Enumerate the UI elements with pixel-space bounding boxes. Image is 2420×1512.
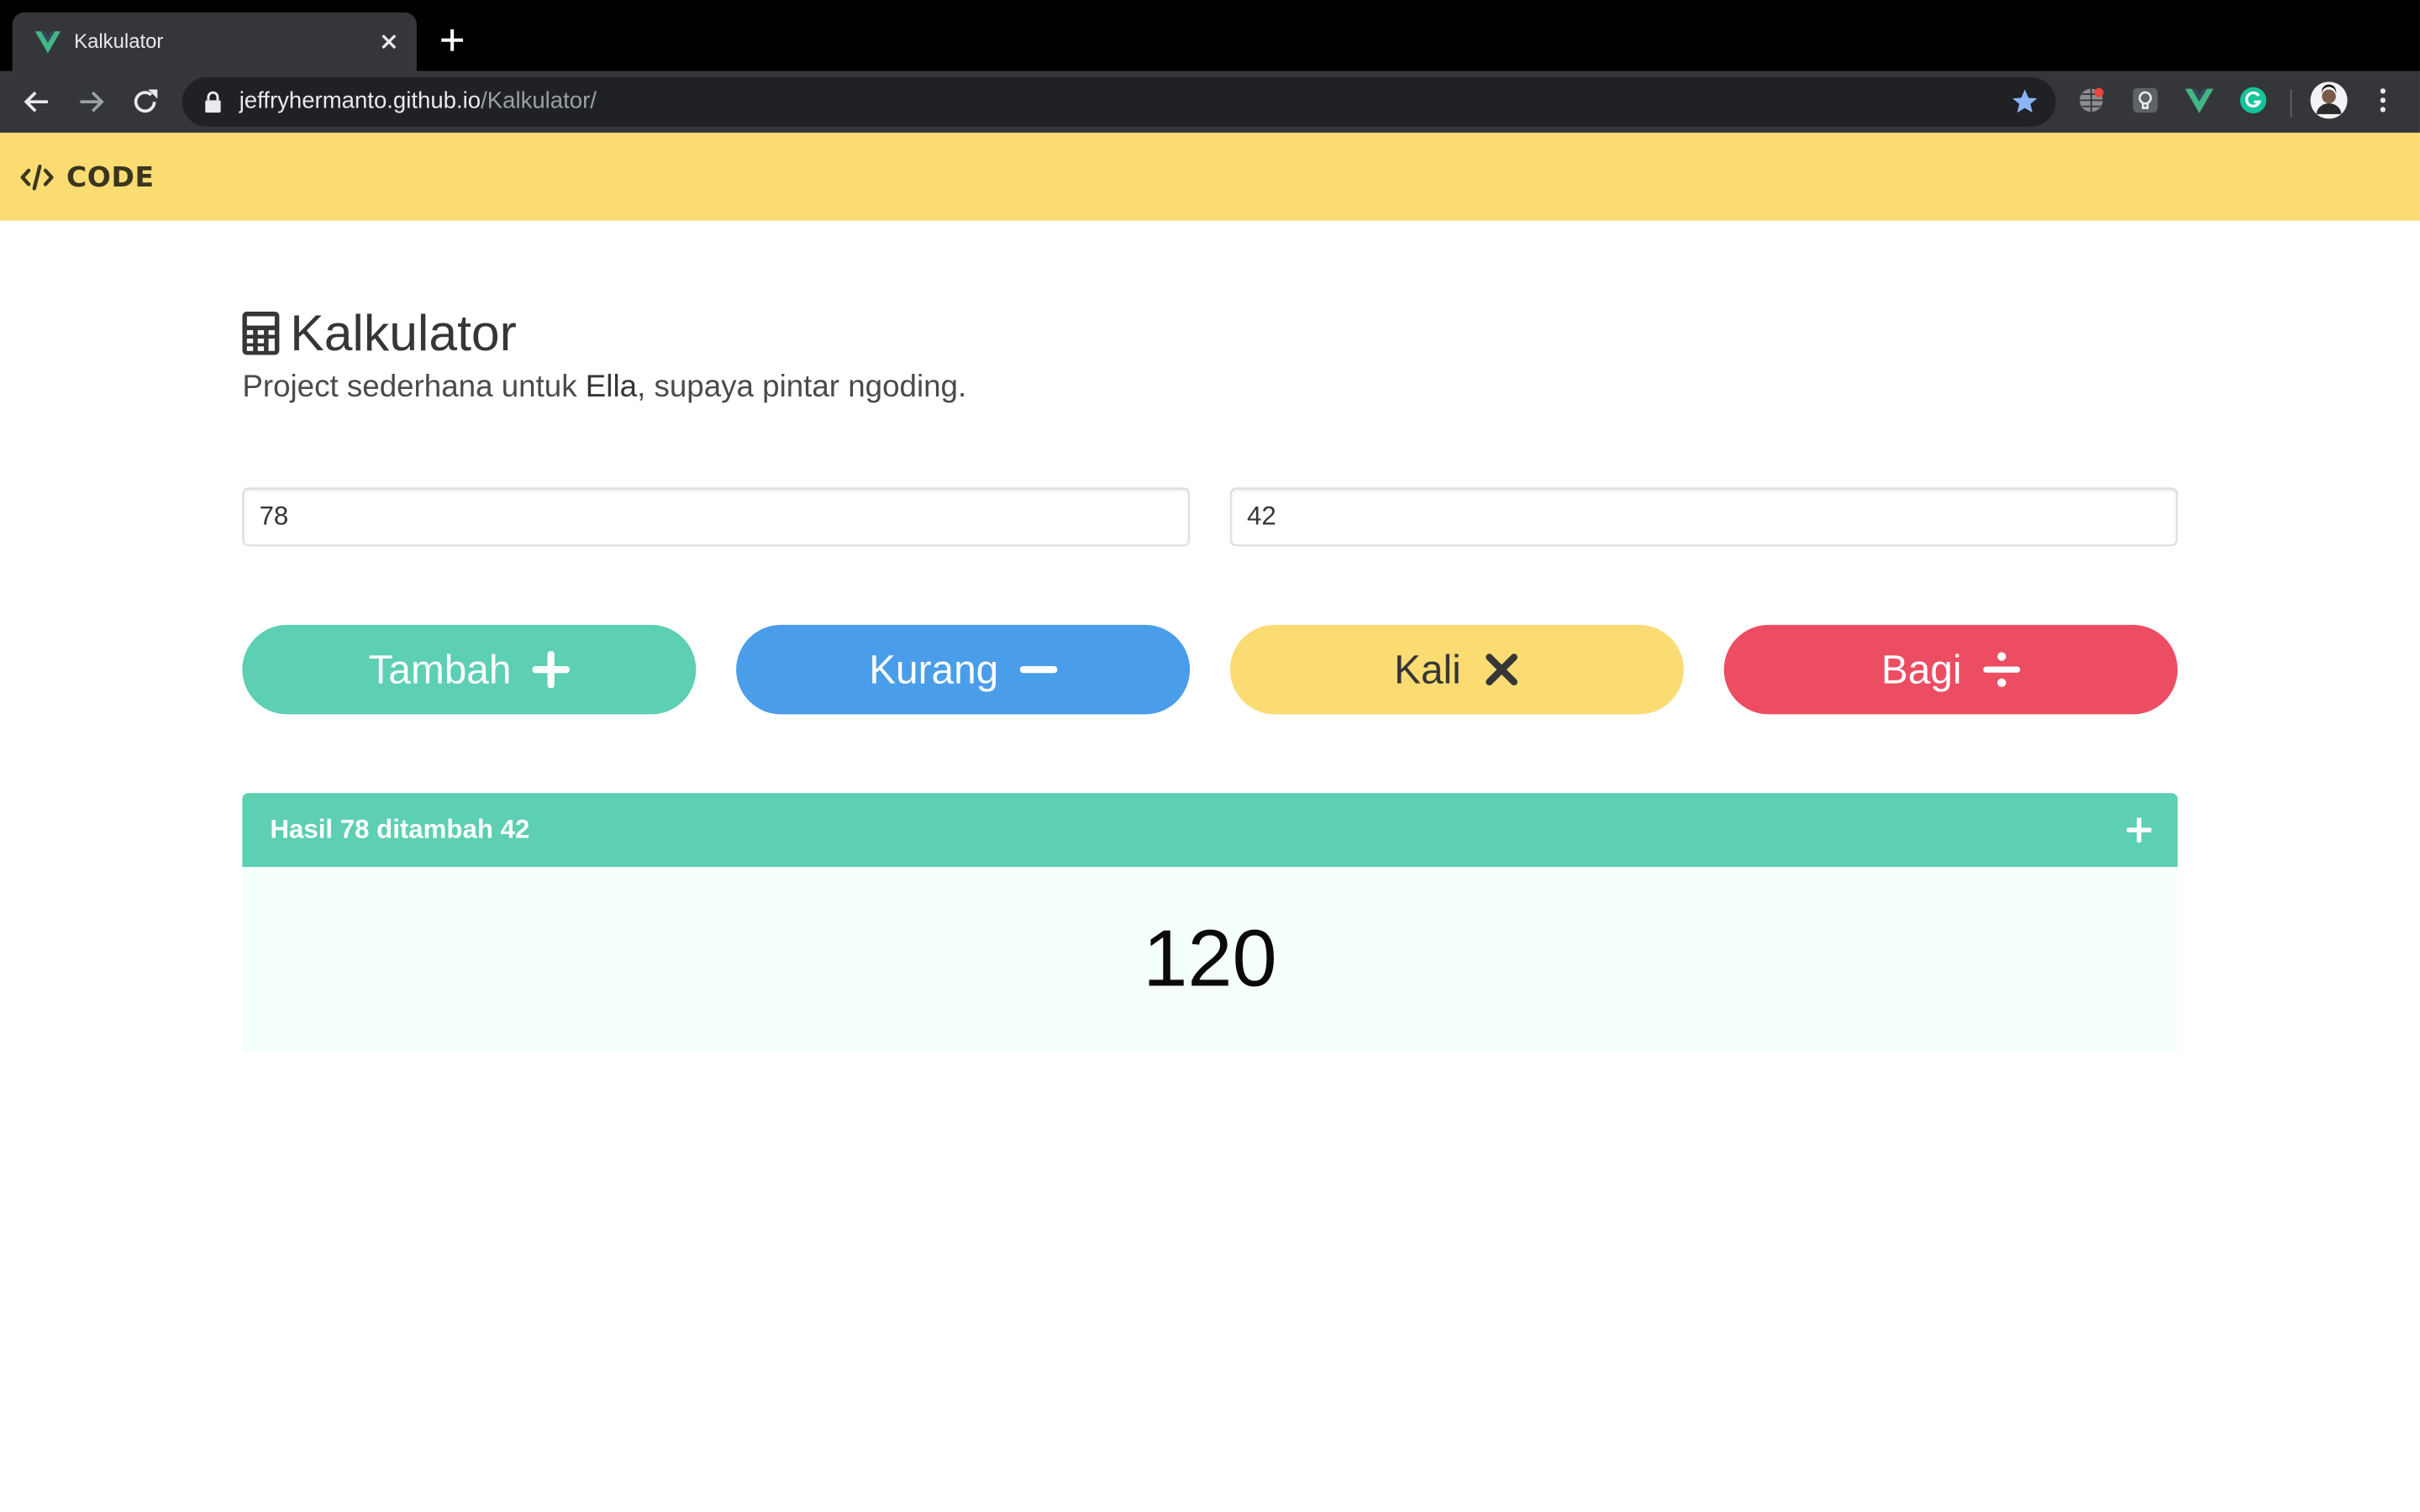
reload-icon[interactable] bbox=[128, 85, 161, 118]
toolbar-separator bbox=[2290, 89, 2292, 118]
multiply-button-label: Kali bbox=[1394, 645, 1461, 692]
subtract-button[interactable]: Kurang bbox=[736, 624, 1191, 715]
back-arrow-icon[interactable] bbox=[20, 85, 54, 118]
address-bar[interactable]: jeffryhermanto.github.io/Kalkulator/ bbox=[182, 76, 2056, 127]
url-text: jeffryhermanto.github.io/Kalkulator/ bbox=[239, 88, 597, 116]
kebab-menu-icon[interactable] bbox=[2367, 85, 2398, 116]
subtract-button-label: Kurang bbox=[869, 645, 999, 692]
lightbulb-extension-icon[interactable] bbox=[2130, 85, 2161, 116]
times-icon bbox=[1485, 654, 1518, 685]
subtitle-text-after: , supaya pintar ngoding. bbox=[637, 370, 967, 405]
second-number-input[interactable] bbox=[1229, 487, 2178, 547]
vue-logo-icon bbox=[34, 31, 61, 54]
divide-button-label: Bagi bbox=[1881, 645, 1962, 692]
add-button-label: Tambah bbox=[368, 645, 512, 692]
brand-text: CODE bbox=[66, 160, 155, 194]
close-tab-icon[interactable] bbox=[373, 26, 404, 57]
result-value: 120 bbox=[1143, 915, 1277, 1005]
url-path: /Kalkulator/ bbox=[481, 87, 597, 114]
result-header: Hasil 78 ditambah 42 bbox=[242, 793, 2178, 868]
brand-link[interactable]: CODE bbox=[20, 160, 155, 194]
new-tab-icon[interactable] bbox=[437, 24, 468, 55]
profile-avatar-icon[interactable] bbox=[2310, 81, 2348, 119]
result-title: Hasil 78 ditambah 42 bbox=[270, 814, 530, 844]
globe-extension-icon[interactable] bbox=[2075, 85, 2107, 116]
add-button[interactable]: Tambah bbox=[242, 624, 697, 715]
page-heading: Kalkulator bbox=[242, 302, 517, 364]
calculator-icon bbox=[242, 312, 280, 355]
plus-icon bbox=[2126, 817, 2152, 843]
browser-toolbar: jeffryhermanto.github.io/Kalkulator/ bbox=[0, 71, 2420, 133]
divide-icon bbox=[1983, 652, 2021, 687]
multiply-button[interactable]: Kali bbox=[1229, 624, 1684, 715]
bookmark-star-icon[interactable] bbox=[2009, 87, 2040, 118]
page-title: Kalkulator bbox=[290, 303, 517, 361]
result-body: 120 bbox=[242, 867, 2178, 1053]
browser-tab[interactable]: Kalkulator bbox=[12, 12, 417, 71]
forward-arrow-icon[interactable] bbox=[74, 85, 108, 118]
grammarly-icon[interactable] bbox=[2238, 85, 2269, 116]
tab-title: Kalkulator bbox=[74, 29, 164, 53]
divide-button[interactable]: Bagi bbox=[1723, 624, 2178, 715]
plus-icon bbox=[533, 651, 571, 689]
url-host: jeffryhermanto.github.io bbox=[239, 87, 481, 114]
browser-tab-bar: Kalkulator bbox=[0, 0, 2420, 71]
subtitle-name: Ella bbox=[585, 370, 638, 405]
subtitle-text-before: Project sederhana untuk bbox=[242, 370, 586, 405]
code-icon bbox=[20, 164, 54, 191]
first-number-input[interactable] bbox=[242, 487, 1191, 547]
minus-icon bbox=[1019, 665, 1057, 674]
vue-devtools-icon[interactable] bbox=[2184, 85, 2215, 116]
app-navbar: CODE bbox=[0, 132, 2420, 221]
lock-icon bbox=[205, 91, 221, 113]
page-subtitle: Project sederhana untuk Ella, supaya pin… bbox=[242, 370, 966, 406]
